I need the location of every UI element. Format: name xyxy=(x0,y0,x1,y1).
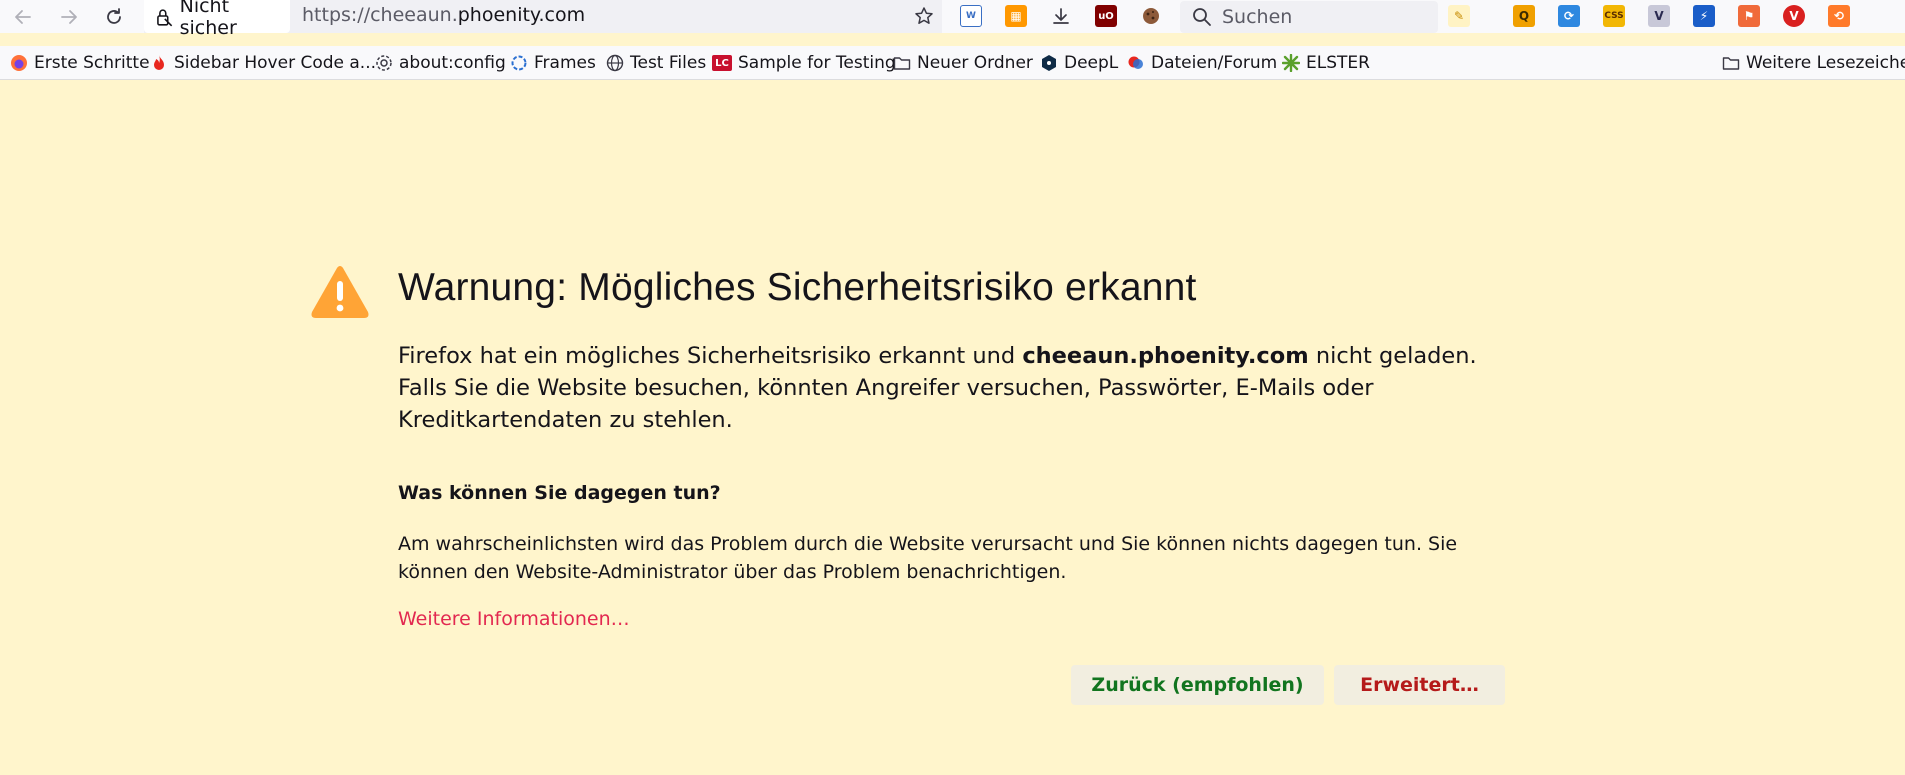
bookmark-label: DeepL xyxy=(1064,53,1119,73)
advanced-button[interactable]: Erweitert… xyxy=(1334,665,1505,705)
cookie-extension-icon[interactable] xyxy=(1140,5,1162,27)
bookmark-dateien-forum[interactable]: Dateien/Forum xyxy=(1127,51,1277,75)
back-button[interactable] xyxy=(9,3,37,31)
search-placeholder: Suchen xyxy=(1222,6,1293,28)
bookmark-test-files[interactable]: Test Files xyxy=(606,51,706,75)
bookmark-weitere-lesezeichen[interactable]: Weitere Lesezeichen xyxy=(1722,51,1905,75)
bookmark-label: Test Files xyxy=(630,53,707,73)
bookmark-frames[interactable]: Frames xyxy=(510,51,596,75)
bookmark-label: Neuer Ordner xyxy=(917,53,1033,73)
explanation-text: Am wahrscheinlichsten wird das Problem d… xyxy=(398,533,1458,583)
intro-before: Firefox hat ein mögliches Sicherheitsris… xyxy=(398,343,1023,369)
vivaldi-extension-icon[interactable]: V xyxy=(1783,5,1805,27)
learn-more-link[interactable]: Weitere Informationen… xyxy=(398,608,630,630)
bookmark-label: ELSTER xyxy=(1306,53,1370,73)
insecure-lock-icon xyxy=(157,8,173,26)
bookmark-label: Frames xyxy=(534,53,596,73)
frames-icon xyxy=(510,54,528,72)
bookmark-erste-schritte[interactable]: Erste Schritte xyxy=(10,51,150,75)
stylus-extension-icon[interactable]: CSS xyxy=(1603,5,1625,27)
download-icon[interactable] xyxy=(1050,5,1072,27)
intro-text: Firefox hat ein mögliches Sicherheitsris… xyxy=(398,340,1518,436)
vimium-extension-icon[interactable]: V xyxy=(1648,5,1670,27)
flame-icon xyxy=(150,54,168,72)
bolt-extension-icon[interactable]: ⚡ xyxy=(1693,5,1715,27)
bookmark-sidebar-hover-code[interactable]: Sidebar Hover Code a... xyxy=(150,51,376,75)
bookmark-label: Dateien/Forum xyxy=(1151,53,1278,73)
url-prefix: https://cheeaun. xyxy=(302,4,458,26)
bookmark-neuer-ordner[interactable]: Neuer Ordner xyxy=(893,51,1033,75)
gear-icon xyxy=(375,54,393,72)
url-text[interactable]: https://cheeaun.phoenity.com xyxy=(302,3,585,27)
notes-extension-icon[interactable]: ✎ xyxy=(1448,5,1470,27)
bookmark-label: about:config xyxy=(399,53,506,73)
bookmark-label: Weitere Lesezeichen xyxy=(1746,53,1905,73)
url-host: phoenity.com xyxy=(457,4,586,26)
search-magnifier-extension-icon[interactable]: Q xyxy=(1513,5,1535,27)
ublock-origin-icon[interactable]: uO xyxy=(1095,5,1117,27)
bookmark-deepl[interactable]: DeepL xyxy=(1040,51,1118,75)
back-arrow-icon xyxy=(15,10,31,24)
flag-extension-icon[interactable]: ⚑ xyxy=(1738,5,1760,27)
toolbox-extension-icon[interactable]: ▦ xyxy=(1005,5,1027,27)
search-icon xyxy=(1193,8,1211,26)
forward-arrow-icon xyxy=(61,10,77,24)
search-bar[interactable]: Suchen xyxy=(1180,1,1438,33)
site-identity-label: Nicht sicher xyxy=(179,0,237,39)
firefox-icon xyxy=(10,54,28,72)
elster-icon xyxy=(1282,54,1300,72)
bookmark-label: Erste Schritte xyxy=(34,53,150,73)
folder-icon xyxy=(893,54,911,72)
bookmarks-toolbar: Erste Schritte Sidebar Hover Code a... a… xyxy=(0,46,1905,80)
url-bar[interactable]: Nicht sicher https://cheeaun.phoenity.co… xyxy=(144,0,942,39)
warning-icon xyxy=(311,266,369,318)
bookmark-star-button[interactable] xyxy=(910,2,938,30)
star-icon xyxy=(915,7,933,24)
go-back-button[interactable]: Zurück (empfohlen) xyxy=(1071,665,1324,705)
reload-icon xyxy=(107,8,121,24)
page-title: Warnung: Mögliches Sicherheitsrisiko erk… xyxy=(398,266,1197,309)
wise-extension-icon[interactable]: W xyxy=(960,5,982,27)
folder-icon xyxy=(1722,54,1740,72)
lc-icon: LC xyxy=(712,55,732,71)
bookmark-sample-for-testing[interactable]: LC Sample for Testing xyxy=(712,51,896,75)
bookmark-about-config[interactable]: about:config xyxy=(375,51,506,75)
site-identity-button[interactable]: Nicht sicher xyxy=(144,0,290,39)
bookmark-elster[interactable]: ELSTER xyxy=(1282,51,1370,75)
what-can-you-do-heading: Was können Sie dagegen tun? xyxy=(398,482,721,504)
reload-button[interactable] xyxy=(100,3,128,31)
forum-icon xyxy=(1127,54,1145,72)
forward-button[interactable] xyxy=(55,3,83,31)
bookmark-label: Sidebar Hover Code a... xyxy=(174,53,377,73)
globe-icon xyxy=(606,54,624,72)
bookmark-label: Sample for Testing xyxy=(738,53,896,73)
sync-extension-icon[interactable]: ⟳ xyxy=(1558,5,1580,27)
navigation-toolbar: Nicht sicher https://cheeaun.phoenity.co… xyxy=(0,0,1905,39)
deepl-icon xyxy=(1040,54,1058,72)
intro-host: cheeaun.phoenity.com xyxy=(1022,343,1309,369)
sync-orange-extension-icon[interactable]: ⟲ xyxy=(1828,5,1850,27)
